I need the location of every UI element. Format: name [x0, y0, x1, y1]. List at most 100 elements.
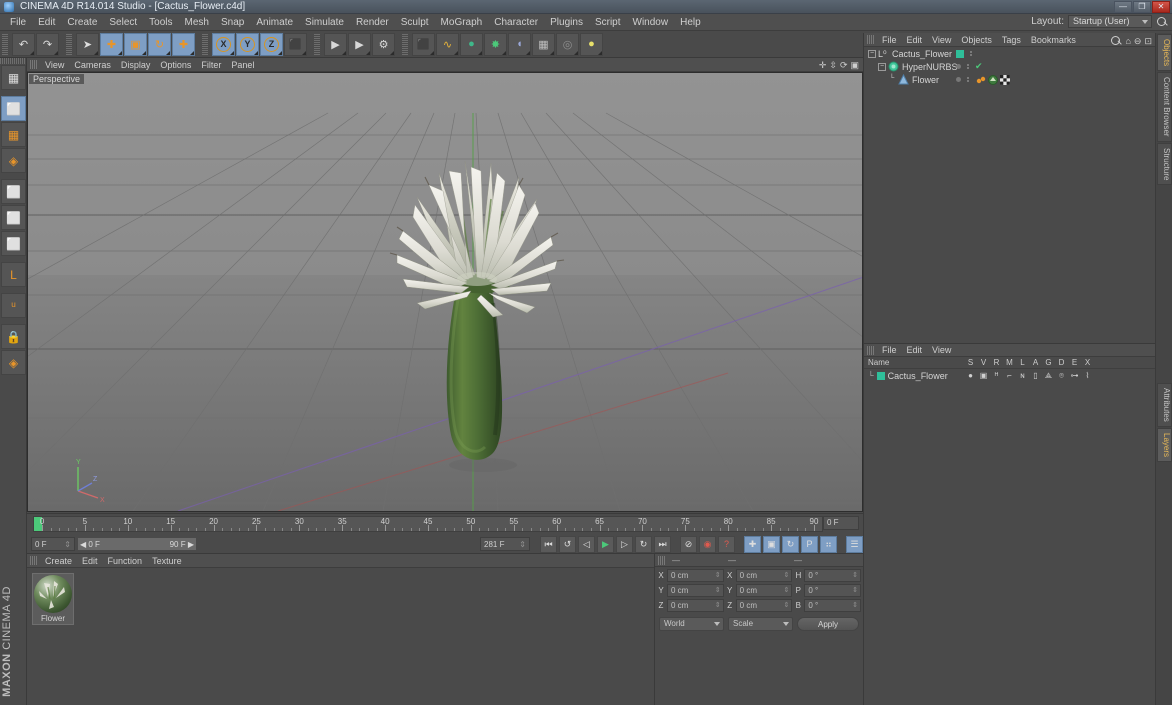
menu-mograph[interactable]: MoGraph [435, 16, 489, 29]
solo-toggle[interactable]: ● [964, 371, 977, 380]
maximize-button[interactable]: ❐ [1133, 1, 1151, 13]
dropdown-corner-icon[interactable] [118, 50, 122, 55]
play-forward-button[interactable]: ▶ [597, 535, 614, 553]
object-menu-file[interactable]: File [877, 35, 902, 45]
dropdown-corner-icon[interactable] [230, 50, 234, 55]
texture-axis-tool[interactable]: ▦ [1, 65, 26, 90]
editor-visibility-dot[interactable] [956, 64, 961, 69]
render-visibility-dots[interactable] [970, 51, 972, 56]
menu-animate[interactable]: Animate [250, 16, 299, 29]
frame-icon[interactable]: ⊡ [1144, 36, 1152, 47]
texture-tag-icon[interactable] [988, 74, 998, 85]
rotation-h-input[interactable]: 0 ° ⇕ [804, 568, 862, 582]
phong-tag-icon[interactable] [976, 75, 986, 85]
dropdown-corner-icon[interactable] [502, 50, 506, 55]
dropdown-corner-icon[interactable] [54, 50, 58, 55]
material-menu-function[interactable]: Function [103, 556, 148, 566]
stepper-icon[interactable]: ⇕ [852, 600, 860, 611]
layer-menu-view[interactable]: View [927, 345, 956, 355]
dropdown-corner-icon[interactable] [142, 50, 146, 55]
hypernurbs-enabled-check[interactable]: ✔ [975, 61, 983, 72]
y-axis-lock[interactable]: Y [236, 32, 259, 56]
material-item-flower[interactable]: Flower [32, 573, 74, 625]
menu-script[interactable]: Script [589, 16, 627, 29]
pla-key-button[interactable]: ⠶ [820, 535, 837, 553]
frame-range-bar[interactable]: ◀ 0 F 90 F ▶ [77, 537, 197, 551]
stepper-icon[interactable]: ⇕ [783, 585, 791, 596]
object-menu-edit[interactable]: Edit [902, 35, 928, 45]
menu-create[interactable]: Create [61, 16, 103, 29]
render-visibility-dots[interactable] [967, 64, 969, 69]
menu-character[interactable]: Character [488, 16, 544, 29]
render-visibility-dots[interactable] [967, 77, 969, 82]
toolbar-grip[interactable] [202, 33, 208, 55]
expressions-toggle[interactable]: ⊶ [1068, 371, 1081, 380]
dropdown-corner-icon[interactable] [454, 50, 458, 55]
world-object-coord-toggle[interactable]: ⬛ [284, 32, 307, 56]
polygon-mesh-mode-button[interactable]: ◈ [1, 148, 26, 173]
dropdown-corner-icon[interactable] [550, 50, 554, 55]
layer-row[interactable]: └ Cactus_Flower ● ▣ ᴴ ⌐ ɴ ▯ ⟁ ⌾ ⊶ ⌇ [864, 369, 1155, 382]
material-menu-create[interactable]: Create [40, 556, 77, 566]
move-view-icon[interactable]: ✛ [819, 60, 827, 71]
collapse-icon[interactable]: − [868, 49, 876, 58]
dropdown-corner-icon[interactable] [526, 50, 530, 55]
render-settings-button[interactable]: ⚙ [372, 32, 395, 56]
timeline-current-frame-field[interactable]: 0 F [823, 516, 859, 530]
go-to-end-button[interactable]: ⏭ [654, 535, 671, 553]
size-z-input[interactable]: 0 cm ⇕ [735, 598, 793, 612]
search-icon[interactable] [1156, 16, 1168, 28]
viewport-menu-display[interactable]: Display [116, 60, 156, 70]
x-axis-lock[interactable]: X [212, 32, 235, 56]
menu-tools[interactable]: Tools [143, 16, 178, 29]
menu-sculpt[interactable]: Sculpt [395, 16, 435, 29]
object-menu-bookmarks[interactable]: Bookmarks [1026, 35, 1081, 45]
menu-file[interactable]: File [4, 16, 32, 29]
viewport-menu-panel[interactable]: Panel [226, 60, 259, 70]
object-menu-tags[interactable]: Tags [997, 35, 1026, 45]
position-y-input[interactable]: 0 cm ⇕ [667, 583, 724, 597]
coordinate-system-dropdown[interactable]: World [659, 617, 724, 631]
rotation-b-input[interactable]: 0 ° ⇕ [804, 598, 862, 612]
nurbs-generator-button[interactable]: ● [460, 32, 483, 56]
right-tab-structure[interactable]: Structure [1157, 142, 1172, 186]
perspective-viewport[interactable]: Y X Z [27, 72, 863, 512]
close-button[interactable]: ✕ [1152, 1, 1170, 13]
dropdown-corner-icon[interactable] [390, 50, 394, 55]
menu-mesh[interactable]: Mesh [179, 16, 215, 29]
locked-toggle[interactable]: ɴ [1016, 371, 1029, 380]
stepper-icon[interactable]: ⇕ [715, 600, 723, 611]
scale-key-button[interactable]: ▣ [763, 535, 780, 553]
dropdown-corner-icon[interactable] [430, 50, 434, 55]
stepper-icon[interactable]: ⇕ [783, 600, 791, 611]
enable-snapping-button[interactable]: ᵘ [1, 293, 26, 318]
layer-color-chip[interactable] [956, 49, 964, 58]
manager-toggle[interactable]: ⌐ [1003, 371, 1016, 380]
visibility-dots[interactable]: ✔ [956, 61, 983, 72]
spline-button[interactable]: ∿ [436, 32, 459, 56]
camera-button[interactable]: ◎ [556, 32, 579, 56]
deformers-toggle[interactable]: ⌾ [1055, 371, 1068, 381]
array-modeling-button[interactable]: ✸ [484, 32, 507, 56]
model-mode-button[interactable]: ⬜ [1, 96, 26, 121]
deformer-button[interactable]: ◖ [508, 32, 531, 56]
live-selection-tool[interactable]: ➤ [76, 32, 99, 56]
editor-visibility-dot[interactable] [956, 77, 961, 82]
loop-button[interactable]: ↻ [635, 535, 652, 553]
menu-snap[interactable]: Snap [215, 16, 250, 29]
expand-icon[interactable]: └ [888, 75, 896, 84]
search-icon[interactable] [1110, 35, 1122, 47]
redo-button[interactable]: ↷ [36, 32, 59, 56]
move-tool[interactable]: ✚ [100, 32, 123, 56]
timeline-ruler[interactable]: 0 5 10 15 20 25 30 35 40 45 50 55 60 65 70 75 80 85 90 [33, 516, 823, 532]
scale-view-icon[interactable]: ⇳ [829, 60, 837, 71]
parameter-key-button[interactable]: P [801, 535, 818, 553]
next-frame-button[interactable]: ▷ [616, 535, 633, 553]
apply-button[interactable]: Apply [797, 617, 859, 631]
dropdown-corner-icon[interactable] [574, 50, 578, 55]
render-toggle[interactable]: ᴴ [990, 371, 1003, 380]
cube-primitive-button[interactable]: ⬛ [412, 32, 435, 56]
size-x-input[interactable]: 0 cm ⇕ [735, 568, 793, 582]
toolbar-grip[interactable] [402, 33, 408, 55]
toolbar-grip[interactable] [2, 33, 8, 55]
